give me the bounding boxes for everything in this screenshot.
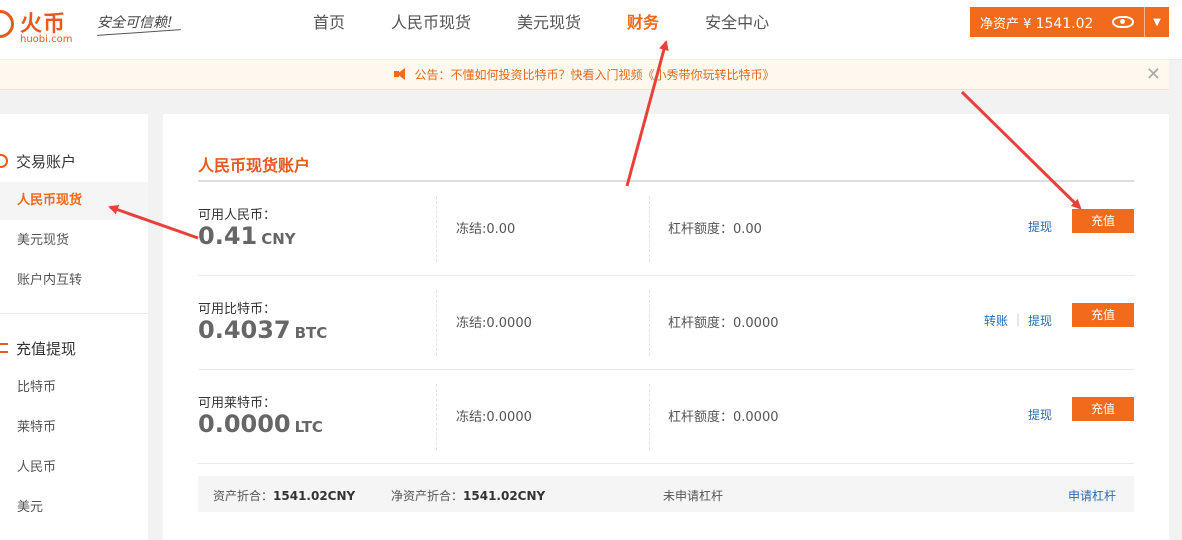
coin-icon (0, 154, 8, 168)
sidebar-section-title: 充值提现 (16, 339, 77, 358)
total-assets-label: 资产折合： (213, 489, 274, 503)
deposit-button[interactable]: 充值 (1072, 397, 1134, 421)
top-header: 火币 huobi.com 安全可信赖! 首页 人民币现货 美元现货 财务 安全中… (0, 0, 1182, 60)
amount-value: 0.41 (198, 222, 258, 250)
close-icon[interactable]: ✕ (1146, 60, 1161, 90)
amount-unit: BTC (294, 324, 328, 342)
net-asset-value: 1541.02 (1035, 15, 1094, 32)
total-assets-value: 1541.02CNY (273, 489, 356, 503)
sidebar-item-internal-transfer[interactable]: 账户内互转 (0, 262, 148, 300)
withdraw-link[interactable]: 提现 (1028, 218, 1052, 235)
huobi-logo[interactable]: 火币 huobi.com (0, 4, 80, 48)
nav-finance[interactable]: 财务 (604, 0, 682, 46)
leverage-quota: 杠杆额度：0.00 (668, 222, 762, 237)
sidebar-item-cny[interactable]: 人民币 (0, 449, 148, 487)
leverage-status: 未申请杠杆 (663, 489, 724, 503)
sidebar-section-trading: 交易账户 (0, 149, 76, 173)
available-label: 可用比特币： (198, 302, 277, 317)
column-divider (436, 290, 437, 356)
page-title: 人民币现货账户 (198, 156, 311, 175)
link-separator: | (1016, 312, 1021, 326)
account-panel: 人民币现货账户 可用人民币： 0.41 CNY 冻结:0.00 杠杆额度：0.00… (163, 114, 1169, 540)
available-amount: 0.41 CNY (198, 222, 296, 250)
column-divider (649, 290, 650, 356)
amount-unit: LTC (294, 418, 323, 436)
deposit-button[interactable]: 充值 (1072, 209, 1134, 233)
sidebar-item-bitcoin[interactable]: 比特币 (0, 369, 148, 407)
sidebar-section-title: 交易账户 (16, 152, 77, 171)
nav-usd-spot[interactable]: 美元现货 (494, 0, 604, 46)
leverage-quota: 杠杆额度：0.0000 (668, 410, 779, 425)
sidebar-item-usd-spot[interactable]: 美元现货 (0, 222, 148, 260)
chevron-down-icon[interactable]: ▼ (1145, 17, 1169, 28)
net-asset-label: 净资产 ¥ (980, 16, 1032, 32)
sidebar-divider (0, 313, 148, 314)
sidebar-item-cny-spot[interactable]: 人民币现货 (0, 182, 148, 220)
available-amount: 0.4037 BTC (198, 316, 327, 344)
net-assets: 净资产折合：1541.02CNY (391, 487, 545, 504)
wallet-icon (0, 343, 8, 353)
account-row-cny: 可用人民币： 0.41 CNY 冻结:0.00 杠杆额度：0.00 提现 充值 (198, 182, 1134, 276)
nav-cny-spot[interactable]: 人民币现货 (368, 0, 494, 46)
amount-unit: CNY (261, 230, 296, 248)
frozen-amount: 冻结:0.0000 (456, 410, 532, 425)
main-nav: 首页 人民币现货 美元现货 财务 安全中心 (290, 0, 792, 46)
account-row-btc: 可用比特币： 0.4037 BTC 冻结:0.0000 杠杆额度：0.0000 转… (198, 276, 1134, 370)
frozen-amount: 冻结:0.0000 (456, 316, 532, 331)
sidebar-section-deposit-withdraw: 充值提现 (0, 336, 76, 360)
net-asset-button[interactable]: 净资产 ¥ 1541.02 ▼ (970, 7, 1169, 37)
apply-leverage-link[interactable]: 申请杠杆 (1068, 487, 1116, 504)
nav-home[interactable]: 首页 (290, 0, 368, 46)
sidebar-item-usd[interactable]: 美元 (0, 489, 148, 527)
total-assets: 资产折合：1541.02CNY (213, 487, 355, 504)
frozen-amount: 冻结:0.00 (456, 222, 516, 237)
column-divider (436, 384, 437, 450)
transfer-link[interactable]: 转账 (984, 312, 1008, 329)
account-row-ltc: 可用莱特币： 0.0000 LTC 冻结:0.0000 杠杆额度：0.0000 提… (198, 370, 1134, 464)
deposit-button[interactable]: 充值 (1072, 303, 1134, 327)
column-divider (436, 196, 437, 262)
slogan: 安全可信赖! (97, 15, 173, 31)
sidebar: 交易账户 人民币现货 美元现货 账户内互转 充值提现 比特币 莱特币 人民币 美… (0, 114, 148, 540)
announcement-bar: 公告：不懂如何投资比特币？快看入门视频《小秀带你玩转比特币》 ✕ (0, 60, 1169, 90)
available-label: 可用莱特币： (198, 396, 277, 411)
available-amount: 0.0000 LTC (198, 410, 323, 438)
net-assets-label: 净资产折合： (391, 489, 464, 503)
eye-icon[interactable] (1112, 16, 1134, 28)
net-assets-value: 1541.02CNY (463, 489, 546, 503)
sidebar-item-litecoin[interactable]: 莱特币 (0, 409, 148, 447)
net-asset-text: 净资产 ¥ 1541.02 (970, 13, 1112, 32)
column-divider (649, 196, 650, 262)
amount-value: 0.4037 (198, 316, 291, 344)
column-divider (649, 384, 650, 450)
withdraw-link[interactable]: 提现 (1028, 406, 1052, 423)
withdraw-link[interactable]: 提现 (1028, 312, 1052, 329)
leverage-quota: 杠杆额度：0.0000 (668, 316, 779, 331)
logo-domain: huobi.com (20, 34, 73, 45)
nav-security-center[interactable]: 安全中心 (682, 0, 792, 46)
logo-coin-icon (0, 10, 14, 38)
amount-value: 0.0000 (198, 410, 291, 438)
speaker-icon (394, 68, 408, 80)
announcement-text[interactable]: 公告：不懂如何投资比特币？快看入门视频《小秀带你玩转比特币》 (414, 68, 774, 82)
available-label: 可用人民币： (198, 208, 277, 223)
asset-summary-bar: 资产折合：1541.02CNY 净资产折合：1541.02CNY 未申请杠杆 申… (198, 476, 1134, 512)
